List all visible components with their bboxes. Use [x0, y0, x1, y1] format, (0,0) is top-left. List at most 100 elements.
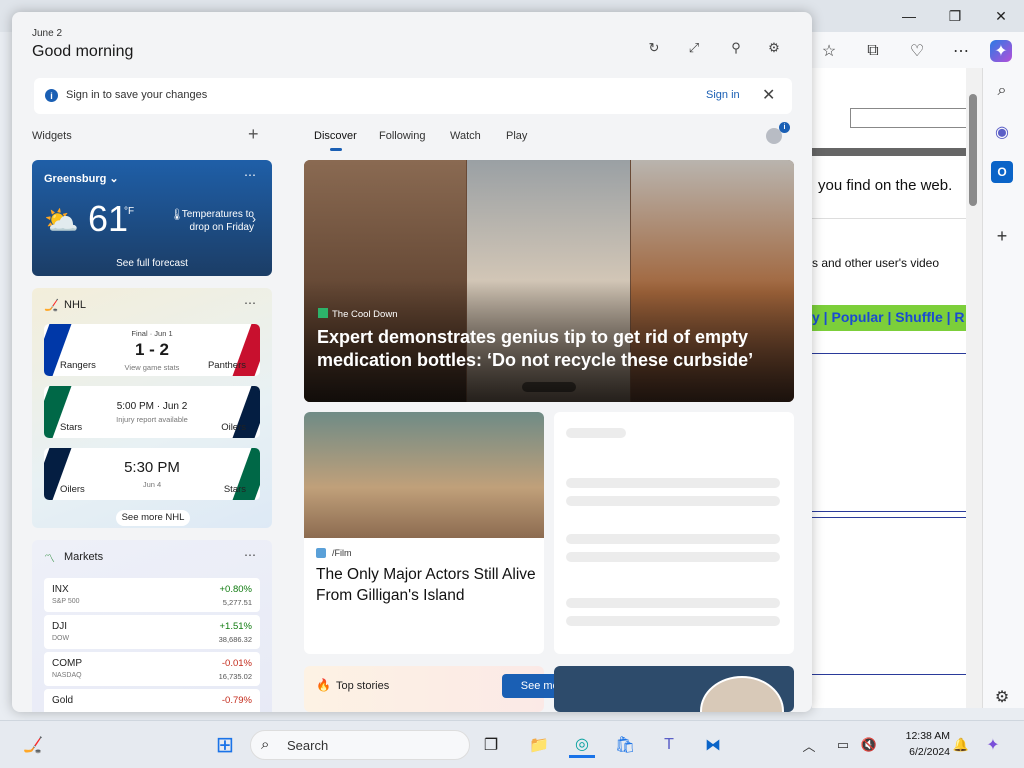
start-icon[interactable]: ⊞: [212, 732, 238, 758]
copilot-icon[interactable]: ✦: [990, 40, 1012, 62]
news-headline[interactable]: The Only Major Actors Still Alive From G…: [316, 564, 536, 606]
market-name: NASDAQ: [52, 672, 82, 679]
chevron-up-icon[interactable]: ︿: [796, 732, 822, 758]
top-stories-card[interactable]: 🔥 Top stories See more ›: [304, 666, 594, 712]
loading-card: [554, 412, 794, 654]
page-text-input[interactable]: [850, 108, 966, 128]
browser-essentials-icon[interactable]: ♡: [906, 40, 928, 62]
nhl-widget[interactable]: 🏒 NHL ⋯ Final · Jun 1 1 - 2 View game st…: [32, 288, 272, 528]
page-nav-links[interactable]: y | Popular | Shuffle | R: [812, 309, 965, 325]
page-divider: [812, 148, 966, 156]
market-change: -0.79%: [221, 695, 252, 706]
nhl-more-icon[interactable]: ⋯: [244, 296, 256, 310]
volume-muted-icon[interactable]: 🔇: [856, 732, 882, 758]
hero-headline[interactable]: Expert demonstrates genius tip to get ri…: [317, 326, 777, 372]
page-text-line: s and other user's video: [812, 256, 940, 270]
weather-location[interactable]: Greensburg ⌄: [44, 172, 119, 185]
widgets-label: Widgets: [32, 130, 72, 142]
minimize-button[interactable]: —: [886, 0, 932, 32]
markets-more-icon[interactable]: ⋯: [244, 548, 256, 562]
pin-icon[interactable]: ⚲: [726, 38, 746, 58]
market-row[interactable]: Gold -0.79%: [44, 689, 260, 712]
market-change: +0.80%: [219, 584, 253, 595]
taskbar-search[interactable]: ⌕ Search: [250, 730, 470, 760]
collections-icon[interactable]: ⧉: [862, 40, 884, 62]
hero-source[interactable]: The Cool Down: [318, 308, 397, 320]
widgets-panel: June 2 Good morning ↻ ⤢ ⚲ ⚙ i Sign in to…: [12, 12, 812, 712]
hero-news-card[interactable]: The Cool Down Expert demonstrates genius…: [304, 160, 794, 402]
chevron-right-icon[interactable]: ›: [252, 212, 256, 226]
taskbar-clock[interactable]: 12:38 AM 6/2/2024: [880, 728, 950, 760]
expand-icon[interactable]: ⤢: [684, 38, 704, 58]
more-icon[interactable]: ⋯: [950, 40, 972, 62]
clock-date: 6/2/2024: [909, 746, 950, 758]
edge-icon[interactable]: ◎: [569, 732, 595, 758]
signin-message: Sign in to save your changes: [66, 89, 208, 101]
game-score: 1 - 2: [134, 340, 170, 359]
carousel-dots[interactable]: [522, 382, 576, 392]
game-card[interactable]: 5:30 PM Jun 4 Oilers Stars: [44, 448, 260, 500]
search-icon[interactable]: ⌕: [991, 80, 1013, 102]
page-rule: [812, 674, 966, 675]
game-card[interactable]: 5:00 PM · Jun 2 Injury report available …: [44, 386, 260, 438]
weather-more-icon[interactable]: ⋯: [244, 168, 256, 182]
markets-widget[interactable]: 〽 Markets ⋯ INX S&P 500 +0.80% 5,277.51 …: [32, 540, 272, 712]
tab-following[interactable]: Following: [379, 130, 425, 142]
game-sub[interactable]: Injury report available: [84, 415, 220, 424]
market-change: +1.51%: [219, 621, 253, 632]
market-symbol: INX: [52, 584, 69, 595]
market-row[interactable]: COMP NASDAQ -0.01% 16,735.02: [44, 652, 260, 686]
close-icon[interactable]: ✕: [762, 85, 775, 105]
nhl-logo-icon: 🏒: [44, 298, 59, 312]
top-stories-title: Top stories: [336, 680, 390, 692]
weather-widget[interactable]: Greensburg ⌄ ⋯ ⛅ 61 °F 🌡 Temperatures to…: [32, 160, 272, 276]
weather-forecast-link[interactable]: See full forecast: [32, 258, 272, 269]
news-source[interactable]: /Film: [332, 548, 352, 558]
nhl-widget-taskbar-icon[interactable]: 🏒: [20, 732, 46, 758]
market-value: 16,735.02: [218, 672, 252, 681]
away-team: Stars: [223, 484, 246, 495]
display-icon[interactable]: ▭: [830, 732, 856, 758]
close-window-button[interactable]: ✕: [978, 0, 1024, 32]
away-team: Oilers: [221, 422, 246, 433]
markets-trend-icon: 〽: [44, 553, 55, 565]
partly-cloudy-icon: ⛅: [44, 205, 79, 236]
add-icon[interactable]: +: [991, 225, 1013, 247]
news-card[interactable]: /Film The Only Major Actors Still Alive …: [304, 412, 544, 654]
game-card[interactable]: Final · Jun 1 1 - 2 View game stats Rang…: [44, 324, 260, 376]
market-symbol: COMP: [52, 658, 82, 669]
page-scrollbar-thumb[interactable]: [969, 94, 977, 206]
market-symbol: DJI: [52, 621, 67, 632]
copilot-sidebar-icon[interactable]: ◉: [991, 121, 1013, 143]
outlook-icon[interactable]: O: [991, 161, 1013, 183]
file-explorer-icon[interactable]: 📁: [526, 732, 552, 758]
game-status: Final · Jun 1: [131, 329, 173, 338]
tab-discover[interactable]: Discover: [314, 130, 357, 142]
signin-link[interactable]: Sign in: [706, 89, 740, 101]
news-card[interactable]: [554, 666, 794, 712]
panel-date: June 2: [32, 28, 63, 39]
panel-settings-icon[interactable]: ⚙: [764, 38, 784, 58]
tab-play[interactable]: Play: [506, 130, 527, 142]
favorites-icon[interactable]: ☆: [818, 40, 840, 62]
market-row[interactable]: DJI DOW +1.51% 38,686.32: [44, 615, 260, 649]
nhl-title: NHL: [64, 299, 87, 311]
add-widget-button[interactable]: +: [248, 124, 259, 145]
see-more-nhl-button[interactable]: See more NHL: [116, 510, 190, 526]
settings-icon[interactable]: ⚙: [991, 686, 1013, 708]
vscode-icon[interactable]: ⧓: [700, 732, 726, 758]
task-view-icon[interactable]: ❐: [478, 732, 504, 758]
market-row[interactable]: INX S&P 500 +0.80% 5,277.51: [44, 578, 260, 612]
maximize-button[interactable]: ❐: [932, 0, 978, 32]
market-value: 5,277.51: [222, 598, 252, 607]
teams-icon[interactable]: T: [656, 732, 682, 758]
tab-watch[interactable]: Watch: [450, 130, 481, 142]
market-symbol: Gold: [52, 695, 74, 706]
store-icon[interactable]: 🛍: [612, 732, 638, 758]
flame-icon: 🔥: [316, 678, 331, 692]
refresh-icon[interactable]: ↻: [644, 38, 664, 58]
notification-icon[interactable]: 🔔: [948, 732, 974, 758]
game-sub[interactable]: View game stats: [84, 363, 220, 372]
weather-temperature: 61: [88, 198, 129, 239]
copilot-taskbar-icon[interactable]: ✦: [980, 732, 1006, 758]
